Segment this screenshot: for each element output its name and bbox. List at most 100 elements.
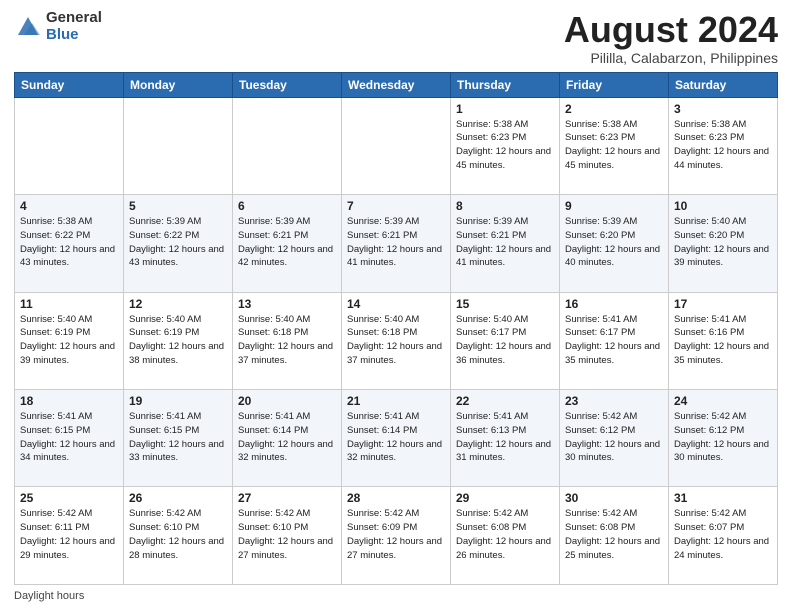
day-info: Sunrise: 5:41 AM Sunset: 6:15 PM Dayligh…: [20, 410, 118, 465]
calendar-location: Pililla, Calabarzon, Philippines: [564, 50, 778, 66]
day-number: 31: [674, 491, 772, 505]
day-number: 8: [456, 199, 554, 213]
calendar-cell: 4 Sunrise: 5:38 AM Sunset: 6:22 PM Daylig…: [15, 195, 124, 292]
calendar-cell: 23Sunrise: 5:42 AM Sunset: 6:12 PM Dayli…: [560, 390, 669, 487]
day-info: Sunrise: 5:38 AM Sunset: 6:22 PM Dayligh…: [20, 215, 118, 270]
calendar-cell: 9Sunrise: 5:39 AM Sunset: 6:20 PM Daylig…: [560, 195, 669, 292]
day-number: 24: [674, 394, 772, 408]
column-header-sunday: Sunday: [15, 72, 124, 97]
calendar-cell: 17Sunrise: 5:41 AM Sunset: 6:16 PM Dayli…: [669, 292, 778, 389]
calendar-cell: 26 Sunrise: 5:42 AM Sunset: 6:10 PM Dayli…: [124, 487, 233, 585]
day-number: 29: [456, 491, 554, 505]
day-number: 6: [238, 199, 336, 213]
day-number: 10: [674, 199, 772, 213]
calendar-table: SundayMondayTuesdayWednesdayThursdayFrid…: [14, 72, 778, 585]
day-number: 22: [456, 394, 554, 408]
day-number: 23: [565, 394, 663, 408]
day-number: 5: [129, 199, 227, 213]
calendar-cell: 13 Sunrise: 5:40 AM Sunset: 6:18 PM Dayli…: [233, 292, 342, 389]
calendar-cell: 30Sunrise: 5:42 AM Sunset: 6:08 PM Dayli…: [560, 487, 669, 585]
calendar-cell: 10 Sunrise: 5:40 AM Sunset: 6:20 PM Dayli…: [669, 195, 778, 292]
logo-text: General Blue: [46, 10, 102, 43]
logo-icon: [14, 13, 42, 41]
day-number: 1: [456, 102, 554, 116]
day-info: Sunrise: 5:39 AM Sunset: 6:21 PM Dayligh…: [456, 215, 554, 270]
calendar-cell: [15, 97, 124, 194]
calendar-cell: 16 Sunrise: 5:41 AM Sunset: 6:17 PM Dayli…: [560, 292, 669, 389]
calendar-cell: 31 Sunrise: 5:42 AM Sunset: 6:07 PM Dayli…: [669, 487, 778, 585]
day-info: Sunrise: 5:39 AM Sunset: 6:20 PM Dayligh…: [565, 215, 663, 270]
calendar-cell: 5 Sunrise: 5:39 AM Sunset: 6:22 PM Daylig…: [124, 195, 233, 292]
logo-general: General: [46, 10, 102, 27]
day-number: 4: [20, 199, 118, 213]
day-info: Sunrise: 5:41 AM Sunset: 6:14 PM Dayligh…: [347, 410, 445, 465]
day-number: 18: [20, 394, 118, 408]
day-number: 25: [20, 491, 118, 505]
calendar-cell: 3 Sunrise: 5:38 AM Sunset: 6:23 PM Daylig…: [669, 97, 778, 194]
day-info: Sunrise: 5:38 AM Sunset: 6:23 PM Dayligh…: [674, 118, 772, 173]
day-number: 17: [674, 297, 772, 311]
day-info: Sunrise: 5:42 AM Sunset: 6:09 PM Dayligh…: [347, 507, 445, 562]
calendar-header-row: SundayMondayTuesdayWednesdayThursdayFrid…: [15, 72, 778, 97]
day-info: Sunrise: 5:42 AM Sunset: 6:10 PM Dayligh…: [238, 507, 336, 562]
day-info: Sunrise: 5:40 AM Sunset: 6:19 PM Dayligh…: [20, 313, 118, 368]
day-info: Sunrise: 5:41 AM Sunset: 6:15 PM Dayligh…: [129, 410, 227, 465]
calendar-cell: [342, 97, 451, 194]
day-info: Sunrise: 5:39 AM Sunset: 6:22 PM Dayligh…: [129, 215, 227, 270]
calendar-week-2: 4 Sunrise: 5:38 AM Sunset: 6:22 PM Daylig…: [15, 195, 778, 292]
calendar-cell: 20 Sunrise: 5:41 AM Sunset: 6:14 PM Dayli…: [233, 390, 342, 487]
day-number: 21: [347, 394, 445, 408]
day-info: Sunrise: 5:40 AM Sunset: 6:18 PM Dayligh…: [238, 313, 336, 368]
calendar-cell: 12Sunrise: 5:40 AM Sunset: 6:19 PM Dayli…: [124, 292, 233, 389]
calendar-cell: 27Sunrise: 5:42 AM Sunset: 6:10 PM Dayli…: [233, 487, 342, 585]
column-header-wednesday: Wednesday: [342, 72, 451, 97]
calendar-cell: 22 Sunrise: 5:41 AM Sunset: 6:13 PM Dayli…: [451, 390, 560, 487]
page: General Blue August 2024 Pililla, Calaba…: [0, 0, 792, 612]
day-number: 14: [347, 297, 445, 311]
calendar-cell: 29Sunrise: 5:42 AM Sunset: 6:08 PM Dayli…: [451, 487, 560, 585]
calendar-cell: 24 Sunrise: 5:42 AM Sunset: 6:12 PM Dayli…: [669, 390, 778, 487]
calendar-cell: 14 Sunrise: 5:40 AM Sunset: 6:18 PM Dayli…: [342, 292, 451, 389]
day-info: Sunrise: 5:42 AM Sunset: 6:12 PM Dayligh…: [674, 410, 772, 465]
day-info: Sunrise: 5:38 AM Sunset: 6:23 PM Dayligh…: [456, 118, 554, 173]
column-header-monday: Monday: [124, 72, 233, 97]
day-info: Sunrise: 5:42 AM Sunset: 6:11 PM Dayligh…: [20, 507, 118, 562]
day-number: 28: [347, 491, 445, 505]
column-header-friday: Friday: [560, 72, 669, 97]
day-info: Sunrise: 5:41 AM Sunset: 6:17 PM Dayligh…: [565, 313, 663, 368]
column-header-thursday: Thursday: [451, 72, 560, 97]
calendar-cell: 6Sunrise: 5:39 AM Sunset: 6:21 PM Daylig…: [233, 195, 342, 292]
day-number: 3: [674, 102, 772, 116]
calendar-cell: 21 Sunrise: 5:41 AM Sunset: 6:14 PM Dayli…: [342, 390, 451, 487]
calendar-cell: 19Sunrise: 5:41 AM Sunset: 6:15 PM Dayli…: [124, 390, 233, 487]
column-header-saturday: Saturday: [669, 72, 778, 97]
day-info: Sunrise: 5:42 AM Sunset: 6:07 PM Dayligh…: [674, 507, 772, 562]
day-number: 15: [456, 297, 554, 311]
day-info: Sunrise: 5:40 AM Sunset: 6:18 PM Dayligh…: [347, 313, 445, 368]
day-number: 20: [238, 394, 336, 408]
day-number: 13: [238, 297, 336, 311]
calendar-cell: 1 Sunrise: 5:38 AM Sunset: 6:23 PM Daylig…: [451, 97, 560, 194]
day-info: Sunrise: 5:42 AM Sunset: 6:10 PM Dayligh…: [129, 507, 227, 562]
day-info: Sunrise: 5:38 AM Sunset: 6:23 PM Dayligh…: [565, 118, 663, 173]
calendar-cell: 2Sunrise: 5:38 AM Sunset: 6:23 PM Daylig…: [560, 97, 669, 194]
day-info: Sunrise: 5:41 AM Sunset: 6:14 PM Dayligh…: [238, 410, 336, 465]
day-number: 7: [347, 199, 445, 213]
logo-blue: Blue: [46, 27, 102, 44]
calendar-cell: 15Sunrise: 5:40 AM Sunset: 6:17 PM Dayli…: [451, 292, 560, 389]
day-info: Sunrise: 5:40 AM Sunset: 6:19 PM Dayligh…: [129, 313, 227, 368]
calendar-title: August 2024: [564, 10, 778, 50]
header: General Blue August 2024 Pililla, Calaba…: [14, 10, 778, 66]
column-header-tuesday: Tuesday: [233, 72, 342, 97]
day-number: 26: [129, 491, 227, 505]
day-number: 16: [565, 297, 663, 311]
logo: General Blue: [14, 10, 102, 43]
calendar-cell: 11Sunrise: 5:40 AM Sunset: 6:19 PM Dayli…: [15, 292, 124, 389]
day-info: Sunrise: 5:40 AM Sunset: 6:20 PM Dayligh…: [674, 215, 772, 270]
calendar-week-1: 1 Sunrise: 5:38 AM Sunset: 6:23 PM Daylig…: [15, 97, 778, 194]
calendar-week-5: 25 Sunrise: 5:42 AM Sunset: 6:11 PM Dayli…: [15, 487, 778, 585]
day-info: Sunrise: 5:41 AM Sunset: 6:13 PM Dayligh…: [456, 410, 554, 465]
footer-note: Daylight hours: [14, 590, 778, 602]
calendar-cell: 7Sunrise: 5:39 AM Sunset: 6:21 PM Daylig…: [342, 195, 451, 292]
calendar-cell: 8 Sunrise: 5:39 AM Sunset: 6:21 PM Daylig…: [451, 195, 560, 292]
